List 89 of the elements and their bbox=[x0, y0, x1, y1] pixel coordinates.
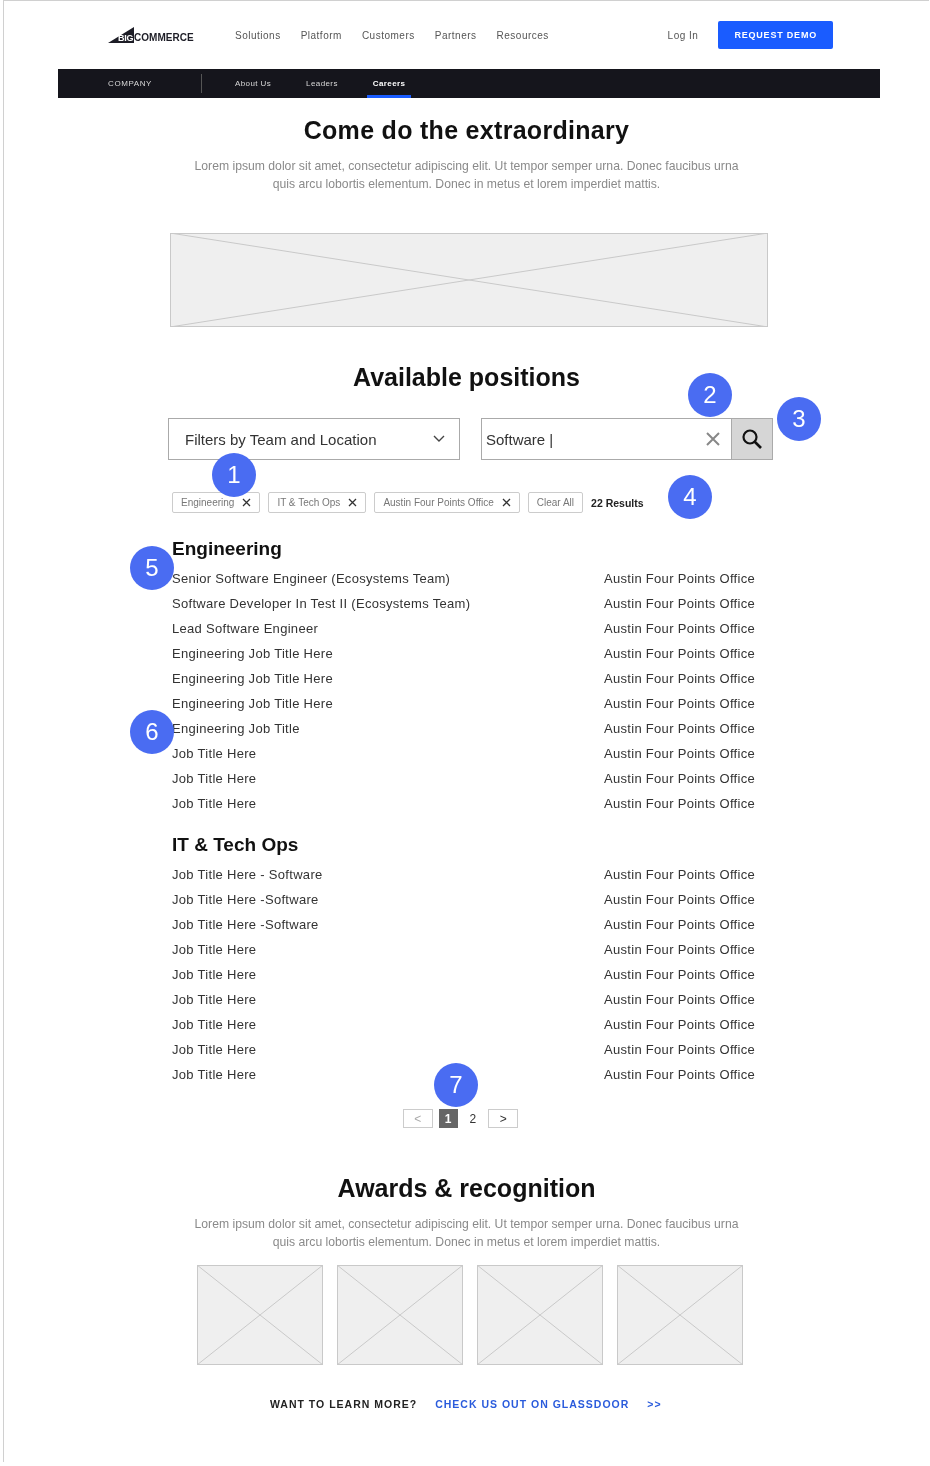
job-location: Austin Four Points Office bbox=[604, 796, 756, 811]
chip-label: IT & Tech Ops bbox=[277, 497, 341, 508]
chip-label: Engineering bbox=[181, 497, 235, 508]
job-title-link[interactable]: Job Title Here bbox=[172, 1042, 257, 1057]
job-title-link[interactable]: Job Title Here bbox=[172, 796, 257, 811]
sub-nav-tab[interactable]: About Us bbox=[234, 69, 273, 98]
job-location: Austin Four Points Office bbox=[604, 1067, 756, 1082]
job-location: Austin Four Points Office bbox=[604, 646, 756, 661]
job-location: Austin Four Points Office bbox=[604, 571, 756, 586]
annotation-marker: 2 bbox=[688, 373, 732, 417]
nav-link[interactable]: Resources bbox=[496, 29, 549, 41]
close-icon[interactable] bbox=[501, 498, 511, 507]
close-icon[interactable] bbox=[242, 498, 252, 507]
search-button[interactable] bbox=[731, 418, 773, 460]
job-title-link[interactable]: Engineering Job Title bbox=[172, 721, 300, 736]
annotation-marker: 5 bbox=[130, 546, 174, 590]
filter-chip[interactable]: Austin Four Points Office bbox=[374, 492, 520, 513]
annotation-marker: 3 bbox=[777, 397, 821, 441]
job-location: Austin Four Points Office bbox=[604, 696, 756, 711]
glassdoor-link[interactable]: CHECK US OUT ON GLASSDOOR bbox=[435, 1398, 630, 1410]
job-location: Austin Four Points Office bbox=[604, 596, 756, 611]
job-title-link[interactable]: Senior Software Engineer (Ecosystems Team) bbox=[172, 571, 451, 586]
job-location: Austin Four Points Office bbox=[604, 746, 756, 761]
job-title-link[interactable]: Job Title Here bbox=[172, 967, 257, 982]
close-icon bbox=[705, 431, 721, 447]
job-location: Austin Four Points Office bbox=[604, 942, 756, 957]
filter-chip[interactable]: Engineering bbox=[172, 492, 261, 513]
nav-link[interactable]: Customers bbox=[361, 29, 415, 41]
close-icon[interactable] bbox=[348, 498, 358, 507]
job-title-link[interactable]: Job Title Here bbox=[172, 1017, 257, 1032]
job-title-link[interactable]: Job Title Here bbox=[172, 942, 257, 957]
triangle-icon bbox=[108, 27, 134, 43]
nav-link[interactable]: Platform bbox=[300, 29, 342, 41]
request-demo-button[interactable]: REQUEST DEMO bbox=[718, 21, 833, 49]
sub-nav-tab[interactable]: Careers bbox=[366, 69, 412, 98]
job-location: Austin Four Points Office bbox=[604, 1017, 756, 1032]
logo-text: BIG bbox=[118, 33, 134, 43]
job-title-link[interactable]: Job Title Here -Software bbox=[172, 917, 319, 932]
footer-question: WANT TO LEARN MORE? bbox=[270, 1398, 418, 1410]
job-title-link[interactable]: Lead Software Engineer bbox=[172, 621, 319, 636]
job-location: Austin Four Points Office bbox=[604, 1042, 756, 1057]
next-page-button[interactable]: > bbox=[488, 1109, 519, 1128]
job-location: Austin Four Points Office bbox=[604, 992, 756, 1007]
job-location: Austin Four Points Office bbox=[604, 867, 756, 882]
job-title-link[interactable]: Job Title Here bbox=[172, 992, 257, 1007]
job-title-link[interactable]: Engineering Job Title Here bbox=[172, 646, 333, 661]
job-title-link[interactable]: Job Title Here bbox=[172, 1067, 257, 1082]
search-icon bbox=[741, 428, 763, 450]
clear-all-button[interactable]: Clear All bbox=[527, 492, 584, 513]
team-heading: IT & Tech Ops bbox=[172, 834, 300, 856]
sub-nav-tab[interactable]: Leaders bbox=[305, 69, 339, 98]
annotation-marker: 1 bbox=[212, 453, 256, 497]
job-location: Austin Four Points Office bbox=[604, 671, 756, 686]
nav-link[interactable]: Partners bbox=[434, 29, 477, 41]
annotation-marker: 6 bbox=[130, 710, 174, 754]
section-label: COMPANY bbox=[108, 79, 154, 88]
section-title: Available positions bbox=[352, 363, 581, 392]
awards-paragraph: Lorem ipsum dolor sit amet, consectetur adipiscing elit. Ut tempor semper urna. Donec faucibus urna quis arcu lobortis elementum. Donec in metus et lorem imperdiet mattis. bbox=[193, 1216, 740, 1251]
results-count: 22 Results bbox=[591, 496, 644, 509]
job-location: Austin Four Points Office bbox=[604, 917, 756, 932]
job-location: Austin Four Points Office bbox=[604, 892, 756, 907]
job-location: Austin Four Points Office bbox=[604, 771, 756, 786]
job-title-link[interactable]: Job Title Here bbox=[172, 746, 257, 761]
job-title-link[interactable]: Software Developer In Test II (Ecosystems Team) bbox=[172, 596, 471, 611]
filter-dropdown[interactable]: Filters by Team and Location bbox=[168, 418, 460, 460]
section-title: Awards & recognition bbox=[336, 1174, 597, 1203]
nav-link[interactable]: Solutions bbox=[235, 29, 281, 41]
job-location: Austin Four Points Office bbox=[604, 721, 756, 736]
page-title: Come do the extraordinary bbox=[302, 116, 631, 145]
search-field[interactable]: Software | bbox=[481, 418, 695, 460]
team-heading: Engineering bbox=[172, 538, 283, 560]
login-link[interactable]: Log In bbox=[667, 29, 699, 41]
logo-text: COMMERCE bbox=[134, 32, 194, 43]
arrow-link[interactable]: >> bbox=[647, 1398, 662, 1410]
annotation-marker: 4 bbox=[668, 475, 712, 519]
job-location: Austin Four Points Office bbox=[604, 967, 756, 982]
job-title-link[interactable]: Job Title Here - Software bbox=[172, 867, 323, 882]
job-title-link[interactable]: Job Title Here bbox=[172, 771, 257, 786]
chevron-down-icon bbox=[433, 435, 445, 443]
job-title-link[interactable]: Job Title Here -Software bbox=[172, 892, 319, 907]
job-location: Austin Four Points Office bbox=[604, 621, 756, 636]
job-title-link[interactable]: Engineering Job Title Here bbox=[172, 696, 333, 711]
chip-label: Austin Four Points Office bbox=[383, 497, 494, 508]
intro-paragraph: Lorem ipsum dolor sit amet, consectetur adipiscing elit. Ut tempor semper urna. Donec faucibus urna quis arcu lobortis elementum. Donec in metus et lorem imperdiet mattis. bbox=[193, 158, 740, 193]
filter-chip[interactable]: IT & Tech Ops bbox=[268, 492, 367, 513]
annotation-marker: 7 bbox=[434, 1063, 478, 1107]
logo[interactable]: BIGCOMMERCE bbox=[108, 27, 208, 43]
job-title-link[interactable]: Engineering Job Title Here bbox=[172, 671, 333, 686]
page-number[interactable]: 1 bbox=[438, 1109, 458, 1128]
